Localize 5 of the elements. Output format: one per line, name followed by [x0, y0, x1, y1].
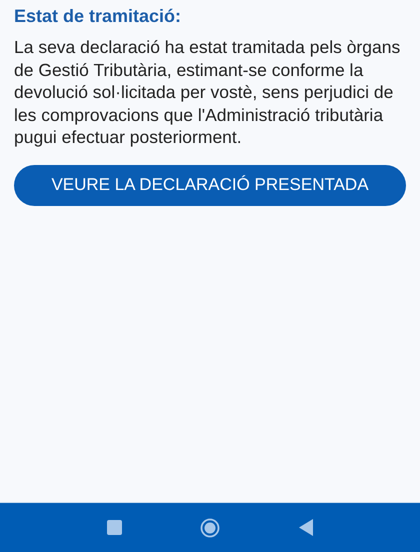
recents-button[interactable] [104, 518, 124, 538]
home-button[interactable] [200, 518, 220, 538]
view-declaration-button[interactable]: VEURE LA DECLARACIÓ PRESENTADA [14, 164, 406, 206]
section-title: Estat de tramitació: [14, 5, 182, 28]
status-message: La seva declaració ha estat tramitada pels òrgans de Gestió Tributària, estimant-se conforme la devolució sol·licitada per vostè, sens perjudici de les comprovacions que l'Administració tributària pugui efectuar posteriorment. [14, 36, 402, 148]
